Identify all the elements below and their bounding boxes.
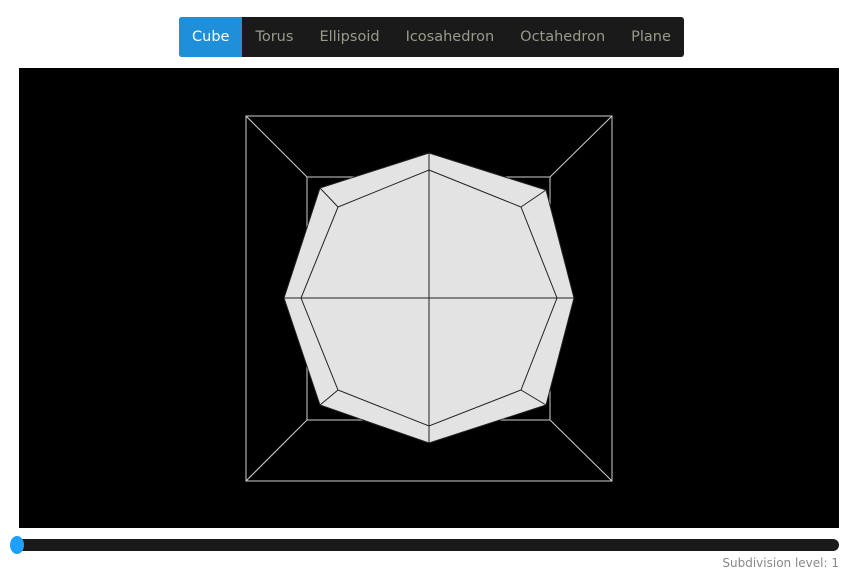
subdivision-level-label: Subdivision level: 1 <box>722 556 839 570</box>
3d-viewport[interactable] <box>19 68 839 528</box>
shape-tab-bar: Cube Torus Ellipsoid Icosahedron Octahed… <box>179 17 684 57</box>
tab-ellipsoid[interactable]: Ellipsoid <box>306 17 392 57</box>
level-prefix: Subdivision level: <box>722 556 828 570</box>
subdivided-mesh <box>283 152 575 444</box>
tab-torus[interactable]: Torus <box>242 17 306 57</box>
subdivision-slider[interactable] <box>10 536 839 554</box>
level-value: 1 <box>831 556 839 570</box>
tab-icosahedron[interactable]: Icosahedron <box>393 17 508 57</box>
slider-thumb[interactable] <box>10 536 24 554</box>
tab-octahedron[interactable]: Octahedron <box>507 17 618 57</box>
tab-plane[interactable]: Plane <box>618 17 684 57</box>
mesh-render <box>245 115 613 482</box>
tab-cube[interactable]: Cube <box>179 17 243 57</box>
